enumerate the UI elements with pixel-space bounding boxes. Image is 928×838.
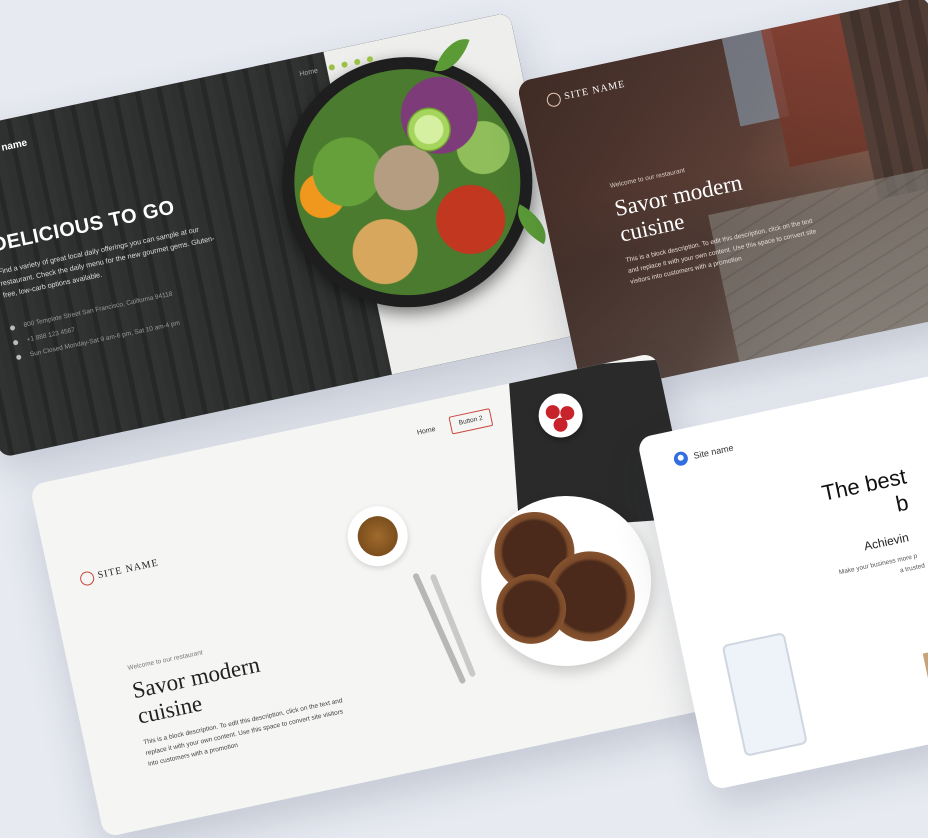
box-image	[922, 645, 928, 684]
coffee-cup-image	[342, 500, 414, 572]
device-image	[721, 632, 808, 757]
headline: The best b	[820, 464, 915, 533]
logo-icon	[672, 450, 690, 467]
instagram-icon[interactable]	[340, 61, 349, 69]
twitter-icon[interactable]	[366, 55, 374, 63]
template-card-business[interactable]: Site name The best b Achievin Make your …	[636, 359, 928, 791]
phone-icon	[12, 339, 19, 346]
logo-icon	[545, 91, 563, 109]
template-card-street[interactable]: SITE NAME Welcome to our restaurant Savo…	[516, 0, 928, 396]
linkedin-icon[interactable]	[353, 58, 361, 66]
description: Make your business more p a trusted	[838, 550, 926, 589]
button-2[interactable]: Button 2	[448, 408, 494, 435]
site-name[interactable]: SITE NAME	[97, 557, 160, 581]
site-name[interactable]: Site name	[693, 443, 735, 461]
clock-icon	[15, 354, 22, 361]
site-name[interactable]: SITE NAME	[563, 79, 626, 103]
facebook-icon[interactable]	[328, 63, 336, 71]
location-icon	[9, 324, 16, 331]
logo-icon	[78, 570, 96, 587]
subheadline: Achievin	[862, 530, 910, 554]
nav-home-link[interactable]: Home	[416, 426, 436, 437]
